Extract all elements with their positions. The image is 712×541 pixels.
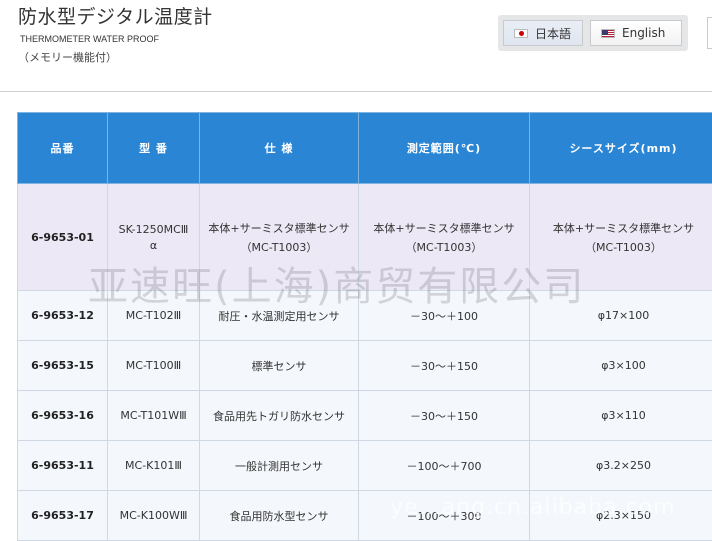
japanese-language-label: 日本語 [535,25,571,42]
product-code-cell: 6-9653-12 [18,291,108,341]
table-row: 6-9653-16 MC-T101WⅢ 食品用先トガリ防水センサ －30～＋15… [18,391,712,441]
english-language-button[interactable]: English [590,20,682,46]
model-cell: MC-T100Ⅲ [108,341,200,391]
model-cell: MC-K101Ⅲ [108,441,200,491]
edge-button-fragment[interactable] [707,17,712,49]
page-subtitle: THERMOMETER WATER PROOF [20,34,159,44]
japanese-language-button[interactable]: 日本語 [503,20,583,46]
spec-cell: 一般計測用センサ [200,441,359,491]
product-code-cell: 6-9653-01 [18,184,108,291]
spec-cell: 標準センサ [200,341,359,391]
range-cell: －100～＋700 [359,441,530,491]
range-line-1: 本体+サーミスタ標準センサ [373,222,514,235]
range-cell: 本体+サーミスタ標準センサ （MC-T1003） [359,184,530,291]
range-cell: －30～＋100 [359,291,530,341]
header-product-code: 品番 [18,113,108,184]
us-flag-icon [601,29,615,38]
table-row: 6-9653-01 SK-1250MCⅢ α 本体+サーミスタ標準センサ （MC… [18,184,712,291]
table-row: 6-9653-17 MC-K100WⅢ 食品用防水型センサ －100～＋300 … [18,491,712,541]
page-title: 防水型デジタル温度計 [18,2,213,29]
product-code-cell: 6-9653-15 [18,341,108,391]
table-header-row: 品番 型 番 仕 様 測定範囲(℃) シースサイズ(mm) [18,113,712,184]
table-row: 6-9653-12 MC-T102Ⅲ 耐圧・水温測定用センサ －30～＋100 … [18,291,712,341]
model-cell: MC-T101WⅢ [108,391,200,441]
product-code-cell: 6-9653-16 [18,391,108,441]
model-cell: MC-K100WⅢ [108,491,200,541]
size-cell: φ17×100 [530,291,712,341]
model-line-1: SK-1250MCⅢ [119,223,189,236]
language-switcher: 日本語 English [498,15,688,51]
spec-cell: 本体+サーミスタ標準センサ （MC-T1003） [200,184,359,291]
product-code-cell: 6-9653-11 [18,441,108,491]
spec-cell: 耐圧・水温測定用センサ [200,291,359,341]
product-spec-table: 品番 型 番 仕 様 測定範囲(℃) シースサイズ(mm) 6-9653-01 … [17,112,712,541]
model-cell: MC-T102Ⅲ [108,291,200,341]
header-model-number: 型 番 [108,113,200,184]
spec-cell: 食品用先トガリ防水センサ [200,391,359,441]
header-sheath-size: シースサイズ(mm) [530,113,712,184]
table-row: 6-9653-11 MC-K101Ⅲ 一般計測用センサ －100～＋700 φ3… [18,441,712,491]
size-cell: φ3.2×250 [530,441,712,491]
range-cell: －30～＋150 [359,341,530,391]
size-cell: φ3×100 [530,341,712,391]
size-line-1: 本体+サーミスタ標準センサ [553,222,694,235]
japan-flag-icon [514,29,528,38]
memory-function-note: （メモリー機能付） [18,49,117,65]
range-cell: －30～＋150 [359,391,530,441]
spec-cell: 食品用防水型センサ [200,491,359,541]
size-line-2: （MC-T1003） [532,239,712,255]
product-code-cell: 6-9653-17 [18,491,108,541]
size-cell: φ3×110 [530,391,712,441]
english-language-label: English [622,26,665,40]
spec-line-1: 本体+サーミスタ標準センサ [208,222,349,235]
spec-line-2: （MC-T1003） [202,239,356,255]
table-row: 6-9653-15 MC-T100Ⅲ 標準センサ －30～＋150 φ3×100 [18,341,712,391]
model-cell: SK-1250MCⅢ α [108,184,200,291]
size-cell: φ2.3×150 [530,491,712,541]
model-line-2: α [110,239,197,252]
size-cell: 本体+サーミスタ標準センサ （MC-T1003） [530,184,712,291]
header-specification: 仕 様 [200,113,359,184]
range-line-2: （MC-T1003） [361,239,527,255]
header-measurement-range: 測定範囲(℃) [359,113,530,184]
range-cell: －100～＋300 [359,491,530,541]
header-divider [0,91,712,92]
